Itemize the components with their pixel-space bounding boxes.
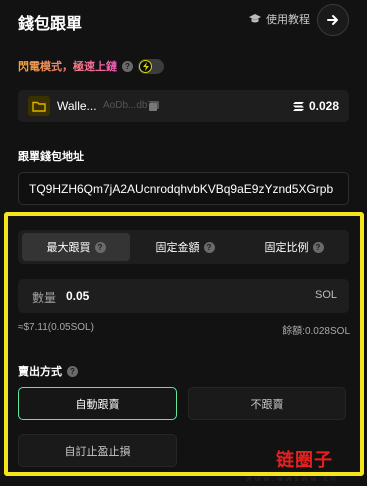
- flash-mode-row: 閃電模式，極速上鏈 ?: [18, 58, 164, 74]
- sell-mode-label: 賣出方式: [18, 366, 62, 378]
- tab-max-buy[interactable]: 最大跟買 ?: [22, 233, 130, 261]
- wallet-balance: 0.028: [292, 99, 339, 113]
- graduation-cap-icon: [249, 14, 261, 23]
- next-button[interactable]: [317, 4, 349, 36]
- usd-estimate: ≈$7.11(0.05SOL): [18, 322, 94, 333]
- amount-mode-tabs: 最大跟買 ? 固定金額 ? 固定比例 ?: [18, 230, 349, 264]
- tab-label: 最大跟買: [46, 242, 91, 254]
- quantity-label: 數量: [32, 291, 57, 305]
- tutorial-link[interactable]: 使用教程: [248, 11, 310, 27]
- tutorial-label: 使用教程: [266, 14, 310, 26]
- flash-mode-label: 閃電模式，極速上鏈: [18, 58, 117, 74]
- quantity-input[interactable]: 數量 0.05 SOL: [18, 279, 349, 313]
- header: 錢包跟單 使用教程: [0, 0, 367, 40]
- lightning-icon: [139, 59, 152, 73]
- copy-address-label: 跟單錢包地址: [18, 151, 84, 163]
- sell-option-custom-tp-sl[interactable]: 自訂止盈止損: [18, 434, 177, 467]
- wallet-balance-value: 0.028: [308, 99, 339, 113]
- help-icon[interactable]: ?: [122, 60, 133, 72]
- solana-icon: [292, 101, 304, 111]
- help-icon: ?: [94, 241, 106, 253]
- flash-mode-toggle[interactable]: [138, 58, 164, 74]
- wallet-selector[interactable]: Walle... AoDb...dbT 0.028: [18, 90, 349, 122]
- sell-option-none[interactable]: 不跟賣: [188, 387, 346, 420]
- copy-icon[interactable]: [148, 100, 160, 112]
- sell-mode-heading: 賣出方式 ?: [18, 363, 78, 379]
- tab-fixed-ratio[interactable]: 固定比例 ?: [240, 233, 348, 261]
- wallet-address: AoDb...dbT: [103, 100, 154, 111]
- folder-icon: [28, 96, 50, 116]
- sell-option-auto[interactable]: 自動跟賣: [18, 387, 177, 420]
- copy-address-input[interactable]: TQ9HZH6Qm7jA2AUcnrodqhvbKVBq9aE9zYznd5XG…: [18, 172, 349, 205]
- tab-label: 固定比例: [264, 242, 309, 254]
- balance-text: 餘額:0.028SOL: [282, 326, 350, 337]
- wallet-name: Walle...: [57, 99, 97, 113]
- help-icon[interactable]: ?: [67, 365, 78, 377]
- tab-fixed-amount[interactable]: 固定金額 ?: [131, 233, 239, 261]
- watermark-url: www.wwsww.cn: [246, 474, 339, 483]
- watermark-text: 链圈子: [276, 450, 333, 470]
- help-icon: ?: [312, 241, 324, 253]
- help-icon: ?: [203, 241, 215, 253]
- quantity-value: 0.05: [66, 289, 90, 303]
- page-title: 錢包跟單: [18, 16, 83, 33]
- arrow-right-icon: [327, 15, 338, 25]
- tab-label: 固定金額: [155, 242, 200, 254]
- quantity-unit: SOL: [314, 289, 337, 301]
